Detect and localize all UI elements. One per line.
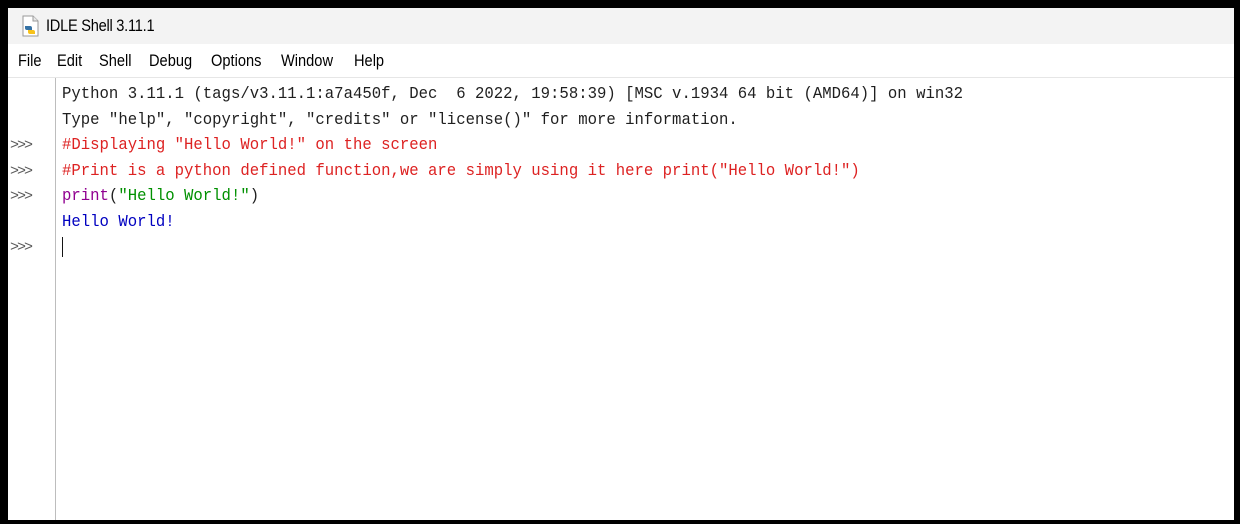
gutter-blank (8, 82, 55, 108)
paren-token: ( (108, 187, 119, 206)
output-line: Hello World! (62, 212, 175, 232)
menu-window[interactable]: Window (281, 51, 333, 71)
prompt-marker: >>> (10, 162, 33, 180)
gutter-blank (8, 210, 55, 236)
prompt-marker: >>> (10, 188, 33, 205)
menu-options[interactable]: Options (211, 51, 261, 71)
prompt-gutter: >>> >>> >>> >>> (8, 78, 56, 520)
builtin-token: print (62, 187, 109, 206)
prompt-marker: >>> (10, 239, 33, 256)
banner-line: Type "help", "copyright", "credits" or "… (62, 110, 738, 130)
menu-shell[interactable]: Shell (99, 51, 132, 71)
text-cursor (62, 236, 63, 257)
menu-bar: File Edit Shell Debug Options Window Hel… (8, 44, 1234, 78)
paren-token: ) (249, 187, 260, 206)
menu-debug[interactable]: Debug (149, 51, 192, 71)
python-file-icon (22, 15, 39, 37)
menu-help[interactable]: Help (354, 51, 384, 71)
comment-line: #Displaying "Hello World!" on the screen (62, 136, 438, 155)
idle-shell-window: IDLE Shell 3.11.1 File Edit Shell Debug … (8, 8, 1234, 520)
title-bar[interactable]: IDLE Shell 3.11.1 (8, 8, 1234, 44)
comment-line: #Print is a python defined function,we a… (62, 161, 860, 181)
shell-body: >>> >>> >>> >>> Python 3.11.1 (tags/v3.1… (8, 78, 1234, 520)
prompt-marker: >>> (10, 137, 33, 154)
menu-file[interactable]: File (18, 51, 42, 71)
code-line: print("Hello World!") (62, 184, 1140, 210)
screen: IDLE Shell 3.11.1 File Edit Shell Debug … (0, 0, 1240, 524)
banner-line: Python 3.11.1 (tags/v3.11.1:a7a450f, Dec… (62, 85, 964, 104)
window-title: IDLE Shell 3.11.1 (46, 16, 155, 35)
gutter-blank (8, 108, 55, 134)
shell-text-area[interactable]: Python 3.11.1 (tags/v3.11.1:a7a450f, Dec… (56, 78, 1234, 520)
menu-edit[interactable]: Edit (57, 51, 82, 71)
string-token: "Hello World!" (118, 187, 250, 206)
input-line[interactable] (62, 235, 1140, 261)
